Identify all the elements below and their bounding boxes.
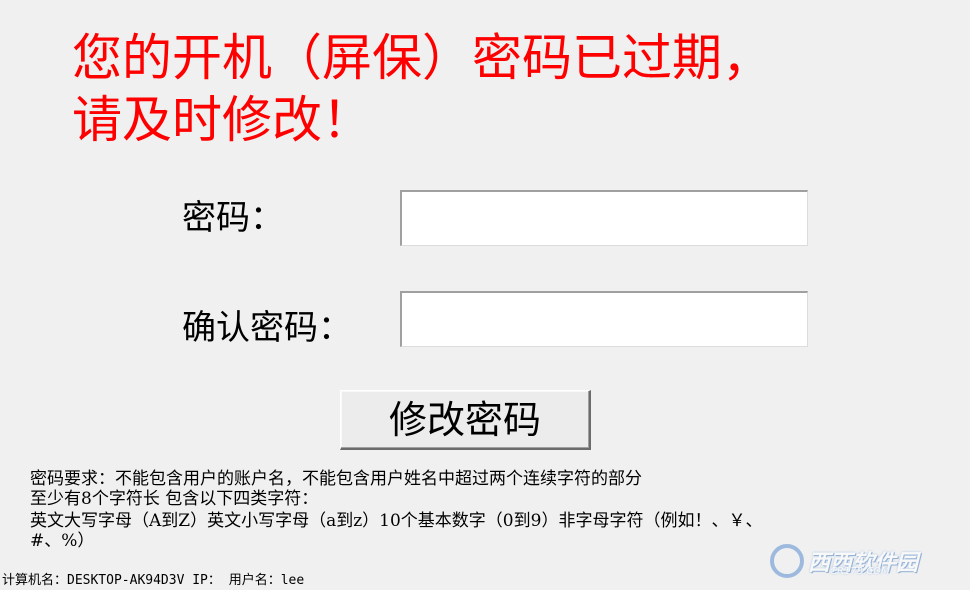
watermark-subtext: CR173.COM (830, 566, 890, 577)
confirm-password-input[interactable] (400, 291, 808, 347)
computer-info: 计算机名：DESKTOP-AK94D3V IP： 用户名：lee (2, 573, 305, 588)
password-label: 密码： (182, 198, 284, 238)
expiry-warning-line-2: 请及时修改！ (72, 91, 372, 149)
requirements-line-3: 英文大写字母（A到Z）英文小写字母（a到z）10个基本数字（0到9）非字母字符（… (30, 511, 763, 531)
expiry-warning-line-1: 您的开机（屏保）密码已过期， (72, 29, 772, 87)
password-input[interactable] (400, 190, 808, 246)
requirements-line-2: 至少有8个字符长 包含以下四类字符： (30, 489, 319, 509)
change-password-button[interactable]: 修改密码 (340, 390, 591, 450)
confirm-password-label: 确认密码： (182, 308, 352, 348)
requirements-line-1: 密码要求：不能包含用户的账户名，不能包含用户姓名中超过两个连续字符的部分 (30, 469, 642, 489)
watermark-logo-icon (770, 544, 804, 578)
site-watermark: 西西软件园 CR173.COM (770, 542, 950, 580)
requirements-line-4: #、%） (30, 531, 95, 551)
